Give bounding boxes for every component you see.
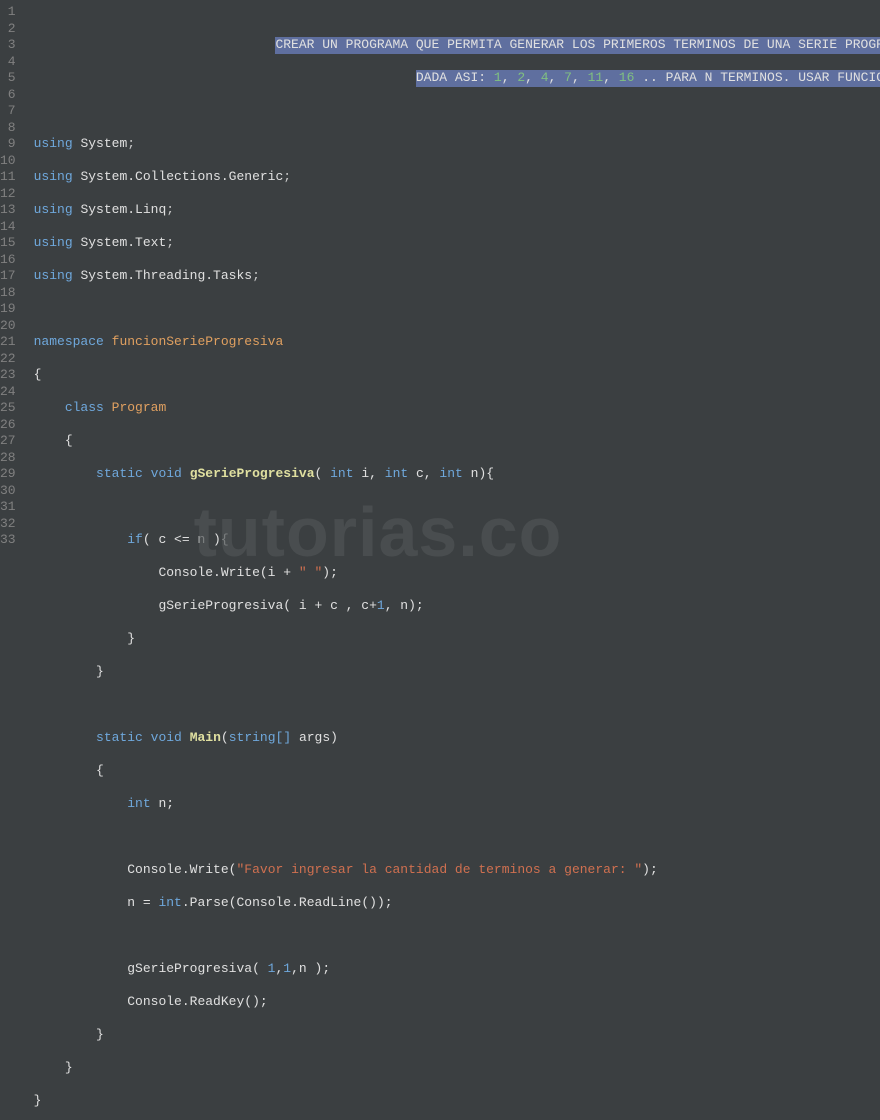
line-number: 12	[0, 186, 16, 203]
code-line: using System.Collections.Generic;	[34, 169, 880, 186]
line-number: 8	[0, 120, 16, 137]
code-line: Console.ReadKey();	[34, 994, 880, 1011]
code-line: Console.Write("Favor ingresar la cantida…	[34, 862, 880, 879]
line-number: 3	[0, 37, 16, 54]
line-number: 7	[0, 103, 16, 120]
code-line: using System;	[34, 136, 880, 153]
code-line: }	[34, 1027, 880, 1044]
code-line: gSerieProgresiva( i + c , c+1, n);	[34, 598, 880, 615]
code-line: static void Main(string[] args)	[34, 730, 880, 747]
code-editor[interactable]: 1234567891011121314151617181920212223242…	[0, 0, 880, 560]
code-line: }	[34, 1093, 880, 1110]
code-line	[34, 697, 880, 714]
code-line: using System.Threading.Tasks;	[34, 268, 880, 285]
code-line: namespace funcionSerieProgresiva	[34, 334, 880, 351]
code-line: class Program	[34, 400, 880, 417]
code-line: DADA ASI: 1, 2, 4, 7, 11, 16 .. PARA N T…	[34, 70, 880, 87]
line-number: 19	[0, 301, 16, 318]
line-number: 17	[0, 268, 16, 285]
code-line	[34, 103, 880, 120]
line-number: 28	[0, 450, 16, 467]
code-line: {	[34, 433, 880, 450]
line-number: 5	[0, 70, 16, 87]
code-line: }	[34, 664, 880, 681]
line-number: 13	[0, 202, 16, 219]
line-number: 23	[0, 367, 16, 384]
line-number-gutter: 1234567891011121314151617181920212223242…	[0, 0, 24, 560]
code-line	[34, 301, 880, 318]
code-line: }	[34, 1060, 880, 1077]
line-number: 25	[0, 400, 16, 417]
line-number: 16	[0, 252, 16, 269]
code-area[interactable]: CREAR UN PROGRAMA QUE PERMITA GENERAR LO…	[24, 0, 880, 560]
line-number: 27	[0, 433, 16, 450]
line-number: 10	[0, 153, 16, 170]
line-number: 21	[0, 334, 16, 351]
line-number: 26	[0, 417, 16, 434]
line-number: 24	[0, 384, 16, 401]
code-line: using System.Linq;	[34, 202, 880, 219]
line-number: 33	[0, 532, 16, 549]
code-line: }	[34, 631, 880, 648]
line-number: 32	[0, 516, 16, 533]
line-number: 9	[0, 136, 16, 153]
line-number: 22	[0, 351, 16, 368]
code-line	[34, 829, 880, 846]
line-number: 18	[0, 285, 16, 302]
line-number: 11	[0, 169, 16, 186]
line-number: 1	[0, 4, 16, 21]
code-line	[34, 499, 880, 516]
code-line: {	[34, 763, 880, 780]
line-number: 31	[0, 499, 16, 516]
line-number: 29	[0, 466, 16, 483]
code-line: gSerieProgresiva( 1,1,n );	[34, 961, 880, 978]
line-number: 14	[0, 219, 16, 236]
line-number: 20	[0, 318, 16, 335]
line-number: 30	[0, 483, 16, 500]
line-number: 2	[0, 21, 16, 38]
code-line: int n;	[34, 796, 880, 813]
code-line: static void gSerieProgresiva( int i, int…	[34, 466, 880, 483]
code-line: {	[34, 367, 880, 384]
line-number: 6	[0, 87, 16, 104]
code-line: if( c <= n ){	[34, 532, 880, 549]
code-line	[34, 928, 880, 945]
line-number: 4	[0, 54, 16, 71]
code-line: using System.Text;	[34, 235, 880, 252]
code-line: Console.Write(i + " ");	[34, 565, 880, 582]
line-number: 15	[0, 235, 16, 252]
code-line: CREAR UN PROGRAMA QUE PERMITA GENERAR LO…	[34, 37, 880, 54]
code-line: n = int.Parse(Console.ReadLine());	[34, 895, 880, 912]
